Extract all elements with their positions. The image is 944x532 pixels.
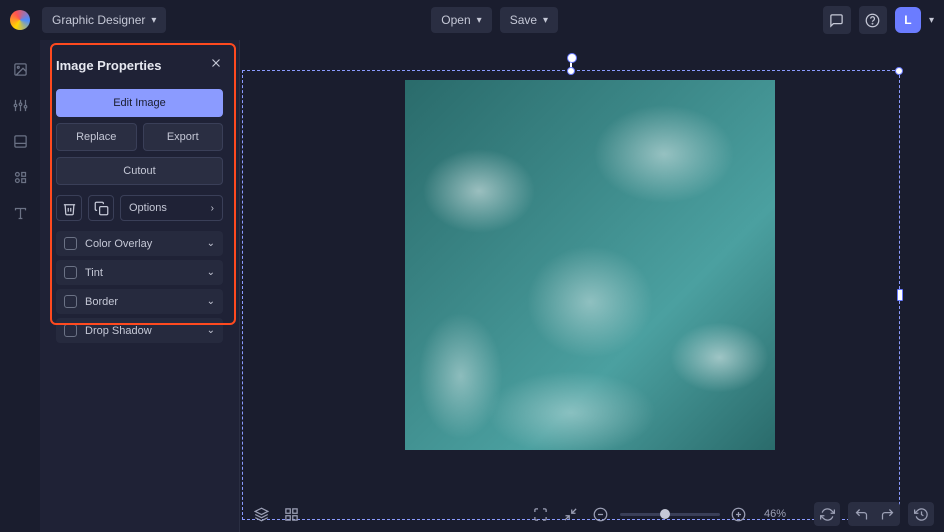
save-label: Save [510,13,537,27]
checkbox[interactable] [64,295,77,308]
adjustments-tool[interactable] [11,96,29,114]
cutout-button[interactable]: Cutout [56,157,223,185]
user-menu-chevron[interactable]: ▾ [929,15,934,26]
refresh-icon [820,507,835,522]
chevron-right-icon: › [211,203,214,214]
checkbox[interactable] [64,237,77,250]
close-icon [209,56,223,70]
effect-color-overlay[interactable]: Color Overlay ⌄ [56,231,223,256]
zoom-in-button[interactable] [728,503,750,525]
chevron-down-icon: ⌄ [207,296,215,307]
help-icon [865,13,880,28]
undo-icon [854,507,869,522]
grid-icon [284,507,299,522]
zoom-out-button[interactable] [590,503,612,525]
delete-button[interactable] [56,195,82,221]
options-label: Options [129,202,167,214]
canvas[interactable] [240,40,944,532]
fullscreen-button[interactable] [530,503,552,525]
checkbox[interactable] [64,324,77,337]
zoom-value: 46% [764,508,786,520]
expand-icon [533,507,548,522]
text-tool[interactable] [11,204,29,222]
replace-button[interactable]: Replace [56,123,137,151]
open-button[interactable]: Open ▾ [431,7,491,33]
trash-icon [62,201,77,216]
top-bar: Graphic Designer ▾ Open ▾ Save ▾ L ▾ [0,0,944,40]
chat-icon [829,13,844,28]
layers-icon [254,507,269,522]
left-tool-rail [0,40,40,532]
resize-handle-top-right[interactable] [895,67,903,75]
redo-button[interactable] [874,502,900,526]
chevron-down-icon: ▾ [151,15,156,26]
zoom-slider[interactable] [620,513,720,516]
open-label: Open [441,13,470,27]
panel-title: Image Properties [56,58,162,73]
redo-icon [880,507,895,522]
chevron-down-icon: ▾ [543,15,548,26]
refresh-button[interactable] [814,502,840,526]
chevron-down-icon: ⌄ [207,267,215,278]
history-icon [914,507,929,522]
options-button[interactable]: Options › [120,195,223,221]
chevron-down-icon: ⌄ [207,238,215,249]
effect-label: Color Overlay [85,238,199,250]
workspace-selector[interactable]: Graphic Designer ▾ [42,7,166,33]
bottom-bar: 46% [240,496,944,532]
resize-handle-right[interactable] [897,289,903,301]
comments-button[interactable] [823,6,851,34]
fit-button[interactable] [560,503,582,525]
chevron-down-icon: ⌄ [207,325,215,336]
zoom-slider-thumb[interactable] [660,509,670,519]
minus-circle-icon [593,507,608,522]
save-button[interactable]: Save ▾ [500,7,558,33]
collapse-icon [563,507,578,522]
avatar-letter: L [904,13,911,27]
edit-image-button[interactable]: Edit Image [56,89,223,117]
export-button[interactable]: Export [143,123,224,151]
effect-tint[interactable]: Tint ⌄ [56,260,223,285]
copy-icon [94,201,109,216]
shapes-tool[interactable] [11,168,29,186]
history-button[interactable] [908,502,934,526]
chevron-down-icon: ▾ [477,15,482,26]
app-logo[interactable] [10,10,30,30]
grid-button[interactable] [280,503,302,525]
image-tool[interactable] [11,60,29,78]
layers-button[interactable] [250,503,272,525]
effect-label: Drop Shadow [85,325,199,337]
undo-button[interactable] [848,502,874,526]
effect-drop-shadow[interactable]: Drop Shadow ⌄ [56,318,223,343]
duplicate-button[interactable] [88,195,114,221]
effect-label: Border [85,296,199,308]
canvas-image[interactable] [405,80,775,450]
user-avatar[interactable]: L [895,7,921,33]
layout-tool[interactable] [11,132,29,150]
checkbox[interactable] [64,266,77,279]
properties-panel: Image Properties Edit Image Replace Expo… [40,40,240,532]
help-button[interactable] [859,6,887,34]
close-panel-button[interactable] [209,56,223,75]
effect-label: Tint [85,267,199,279]
workspace-label: Graphic Designer [52,13,145,27]
plus-circle-icon [731,507,746,522]
effect-border[interactable]: Border ⌄ [56,289,223,314]
resize-handle-top[interactable] [567,67,575,75]
